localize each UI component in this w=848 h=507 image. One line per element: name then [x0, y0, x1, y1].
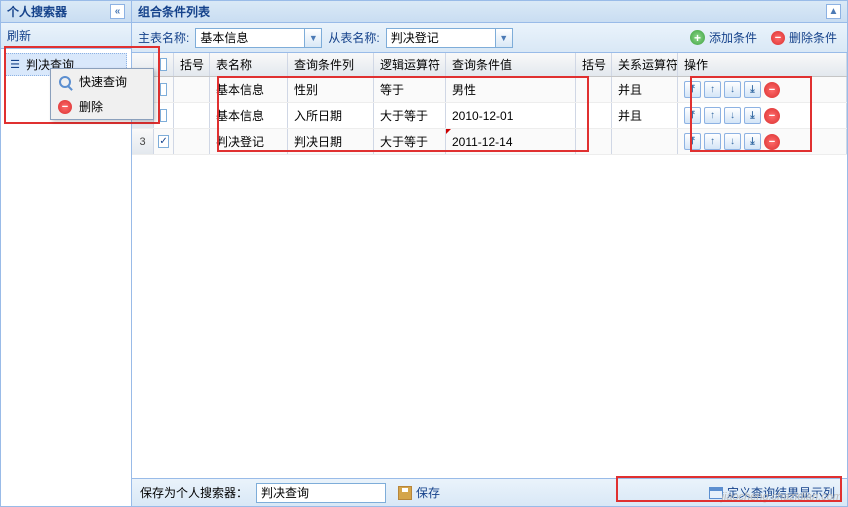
cell-operations: ⤒↑↓⤓− [678, 103, 847, 128]
cell-column[interactable]: 入所日期 [288, 103, 374, 128]
col-operations[interactable]: 操作 [678, 53, 847, 76]
save-as-label: 保存为个人搜索器： [140, 484, 248, 501]
move-bottom-button[interactable]: ⤓ [744, 81, 761, 98]
delete-row-button[interactable]: − [764, 134, 780, 150]
table-row[interactable]: 2基本信息入所日期大于等于2010-12-01并且⤒↑↓⤓− [132, 103, 847, 129]
combo-arrow-icon[interactable]: ▼ [305, 28, 322, 48]
main-panel: 组合条件列表 ▲ 主表名称: ▼ 从表名称: ▼ + 添加条件 − 删除条件 [132, 1, 847, 506]
context-menu-delete-label: 删除 [79, 98, 103, 115]
conditions-grid: 括号 表名称 查询条件列 逻辑运算符 查询条件值 括号 关系运算符 操作 1基本… [132, 53, 847, 478]
table-row[interactable]: 1基本信息性别等于男性并且⤒↑↓⤓− [132, 77, 847, 103]
delete-row-button[interactable]: − [764, 82, 780, 98]
move-up-button[interactable]: ↑ [704, 107, 721, 124]
delete-condition-button[interactable]: − 删除条件 [767, 27, 841, 48]
collapse-main-button[interactable]: ▲ [826, 4, 841, 19]
col-bracket2[interactable]: 括号 [576, 53, 612, 76]
col-logic-op[interactable]: 逻辑运算符 [374, 53, 446, 76]
tree-node-icon: ☰ [8, 58, 22, 72]
move-top-button[interactable]: ⤒ [684, 81, 701, 98]
combo-arrow-icon[interactable]: ▼ [496, 28, 513, 48]
move-down-button[interactable]: ↓ [724, 133, 741, 150]
cell-relation[interactable]: 并且 [612, 77, 678, 102]
context-menu-quick-query-label: 快速查询 [79, 73, 127, 90]
move-up-button[interactable]: ↑ [704, 133, 721, 150]
delete-condition-label: 删除条件 [789, 29, 837, 46]
sub-table-label: 从表名称: [328, 29, 379, 46]
col-value[interactable]: 查询条件值 [446, 53, 576, 76]
move-bottom-button[interactable]: ⤓ [744, 133, 761, 150]
delete-icon: − [58, 100, 72, 114]
sidebar-title: 个人搜索器 [7, 1, 67, 23]
move-down-button[interactable]: ↓ [724, 81, 741, 98]
cell-operations: ⤒↑↓⤓− [678, 129, 847, 154]
refresh-button[interactable]: 刷新 [7, 27, 31, 44]
save-button-label: 保存 [416, 484, 440, 501]
cell-bracket1[interactable] [174, 77, 210, 102]
main-table-input[interactable] [195, 28, 305, 48]
define-columns-label: 定义查询结果显示列 [727, 484, 835, 501]
cell-bracket1[interactable] [174, 103, 210, 128]
cell-value[interactable]: 2011-12-14 [446, 129, 576, 154]
cell-relation[interactable] [612, 129, 678, 154]
move-top-button[interactable]: ⤒ [684, 107, 701, 124]
main-title: 组合条件列表 [138, 1, 210, 23]
save-button[interactable]: 保存 [394, 482, 444, 503]
row-checkbox[interactable] [160, 83, 167, 96]
delete-row-button[interactable]: − [764, 108, 780, 124]
sub-table-input[interactable] [386, 28, 496, 48]
cell-logic[interactable]: 等于 [374, 77, 446, 102]
cell-column[interactable]: 性别 [288, 77, 374, 102]
add-condition-label: 添加条件 [709, 29, 757, 46]
cell-relation[interactable]: 并且 [612, 103, 678, 128]
cell-logic[interactable]: 大于等于 [374, 129, 446, 154]
context-menu: 快速查询 − 删除 [50, 68, 154, 120]
main-table-label: 主表名称: [138, 29, 189, 46]
cell-value[interactable]: 2010-12-01 [446, 103, 576, 128]
context-menu-delete[interactable]: − 删除 [51, 94, 153, 119]
table-row[interactable]: 3 ✓ 判决登记判决日期大于等于2011-12-14 ⤒↑↓⤓− [132, 129, 847, 155]
col-relation-op[interactable]: 关系运算符 [612, 53, 678, 76]
save-as-input[interactable] [256, 483, 386, 503]
col-bracket1[interactable]: 括号 [174, 53, 210, 76]
cell-table[interactable]: 基本信息 [210, 103, 288, 128]
plus-icon: + [690, 30, 705, 45]
row-number: 3 [132, 129, 154, 154]
cell-bracket2[interactable] [576, 103, 612, 128]
cell-bracket2[interactable] [576, 77, 612, 102]
define-columns-button[interactable]: 定义查询结果显示列 [705, 482, 839, 503]
search-icon [57, 74, 73, 90]
sub-table-combo[interactable]: ▼ [386, 28, 513, 48]
main-toolbar: 主表名称: ▼ 从表名称: ▼ + 添加条件 − 删除条件 [132, 23, 847, 53]
row-checkbox[interactable] [160, 109, 167, 122]
collapse-sidebar-button[interactable]: « [110, 4, 125, 19]
main-header: 组合条件列表 ▲ [132, 1, 847, 23]
select-all-checkbox[interactable] [160, 58, 167, 71]
save-icon [398, 486, 412, 500]
cell-bracket2[interactable] [576, 129, 612, 154]
cell-table[interactable]: 基本信息 [210, 77, 288, 102]
cell-table[interactable]: 判决登记 [210, 129, 288, 154]
grid-header-row: 括号 表名称 查询条件列 逻辑运算符 查询条件值 括号 关系运算符 操作 [132, 53, 847, 77]
cell-logic[interactable]: 大于等于 [374, 103, 446, 128]
cell-bracket1[interactable] [174, 129, 210, 154]
cell-column[interactable]: 判决日期 [288, 129, 374, 154]
cell-operations: ⤒↑↓⤓− [678, 77, 847, 102]
col-table[interactable]: 表名称 [210, 53, 288, 76]
sidebar-header: 个人搜索器 « [1, 1, 131, 23]
sidebar-toolbar: 刷新 [1, 23, 131, 49]
move-top-button[interactable]: ⤒ [684, 133, 701, 150]
cell-value[interactable]: 男性 [446, 77, 576, 102]
move-bottom-button[interactable]: ⤓ [744, 107, 761, 124]
col-condition-column[interactable]: 查询条件列 [288, 53, 374, 76]
row-checkbox[interactable]: ✓ [158, 135, 168, 148]
add-condition-button[interactable]: + 添加条件 [686, 27, 761, 48]
move-up-button[interactable]: ↑ [704, 81, 721, 98]
minus-icon: − [771, 31, 785, 45]
footer-toolbar: 保存为个人搜索器： 保存 定义查询结果显示列 [132, 478, 847, 506]
table-icon [709, 487, 723, 499]
context-menu-quick-query[interactable]: 快速查询 [51, 69, 153, 94]
move-down-button[interactable]: ↓ [724, 107, 741, 124]
main-table-combo[interactable]: ▼ [195, 28, 322, 48]
